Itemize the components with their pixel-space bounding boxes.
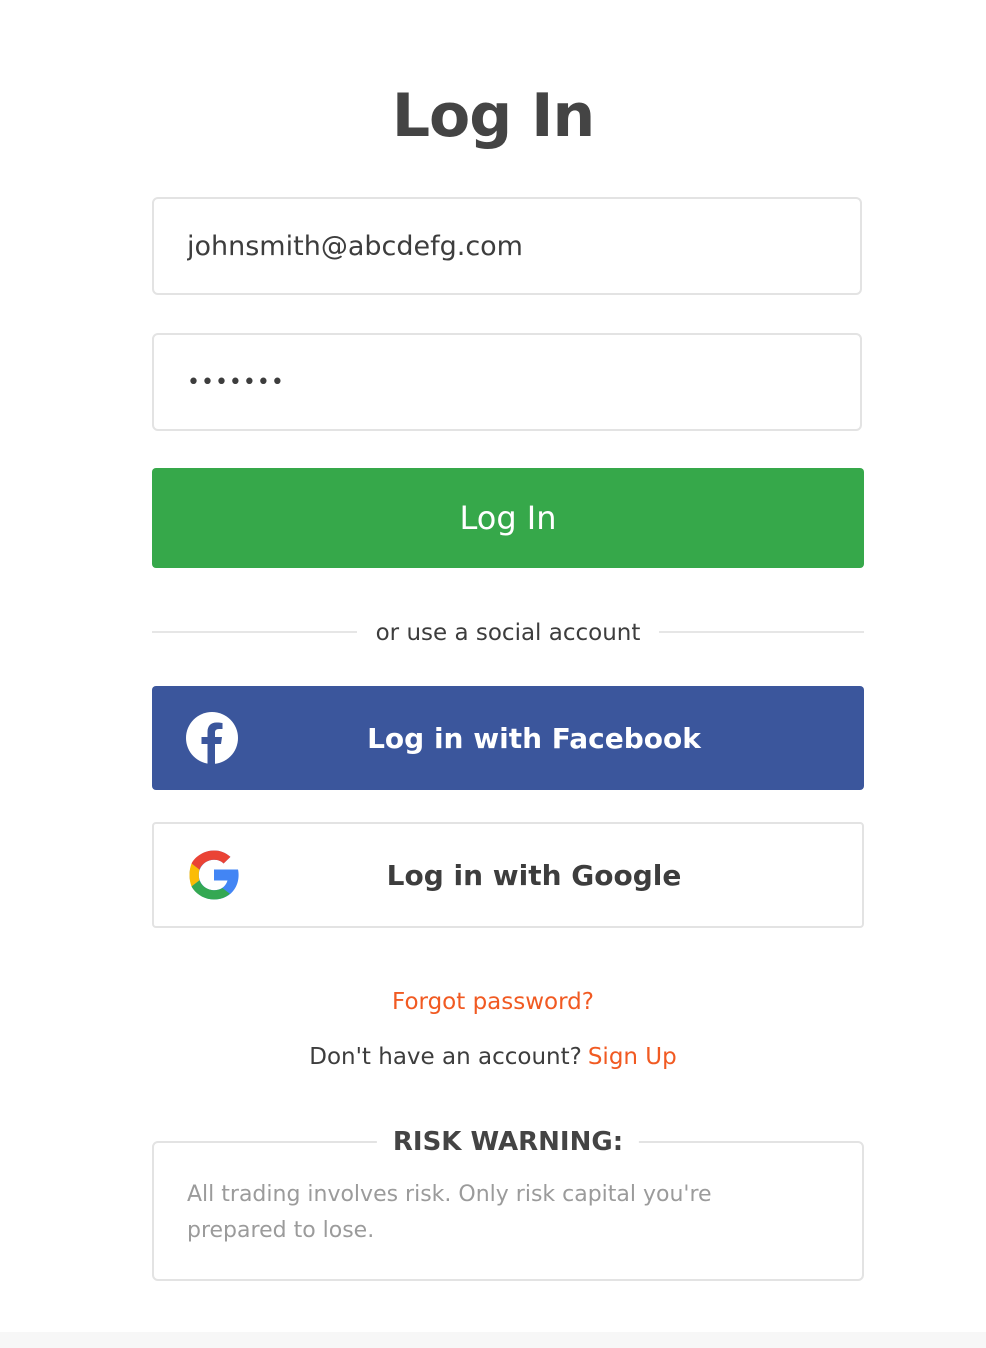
divider-text: or use a social account bbox=[375, 620, 641, 646]
password-input[interactable] bbox=[154, 335, 860, 429]
facebook-login-label: Log in with Facebook bbox=[367, 721, 701, 755]
login-button[interactable]: Log In bbox=[152, 468, 864, 568]
page-title: Log In bbox=[391, 81, 595, 151]
forgot-password-link[interactable]: Forgot password? bbox=[0, 984, 986, 1020]
bottom-strip bbox=[0, 1332, 986, 1348]
no-account-text: Don't have an account? bbox=[309, 1044, 582, 1070]
risk-warning-text: All trading involves risk. Only risk cap… bbox=[187, 1182, 712, 1243]
facebook-icon bbox=[186, 712, 238, 764]
google-icon bbox=[189, 850, 239, 900]
google-login-button[interactable]: Log in with Google bbox=[152, 822, 864, 928]
facebook-login-button[interactable]: Log in with Facebook bbox=[152, 686, 864, 790]
email-field[interactable] bbox=[152, 197, 862, 295]
sign-up-link[interactable]: Sign Up bbox=[588, 1044, 677, 1070]
signup-prompt: Don't have an account? Sign Up bbox=[0, 1039, 986, 1075]
divider-line-right bbox=[659, 631, 864, 633]
login-button-label: Log In bbox=[459, 499, 557, 537]
risk-warning-title: RISK WARNING: bbox=[376, 1123, 640, 1161]
google-login-label: Log in with Google bbox=[386, 858, 682, 892]
risk-warning-box: RISK WARNING: All trading involves risk.… bbox=[152, 1123, 864, 1281]
password-field[interactable] bbox=[152, 333, 862, 431]
social-divider: or use a social account bbox=[152, 616, 864, 652]
email-input[interactable] bbox=[154, 199, 860, 293]
